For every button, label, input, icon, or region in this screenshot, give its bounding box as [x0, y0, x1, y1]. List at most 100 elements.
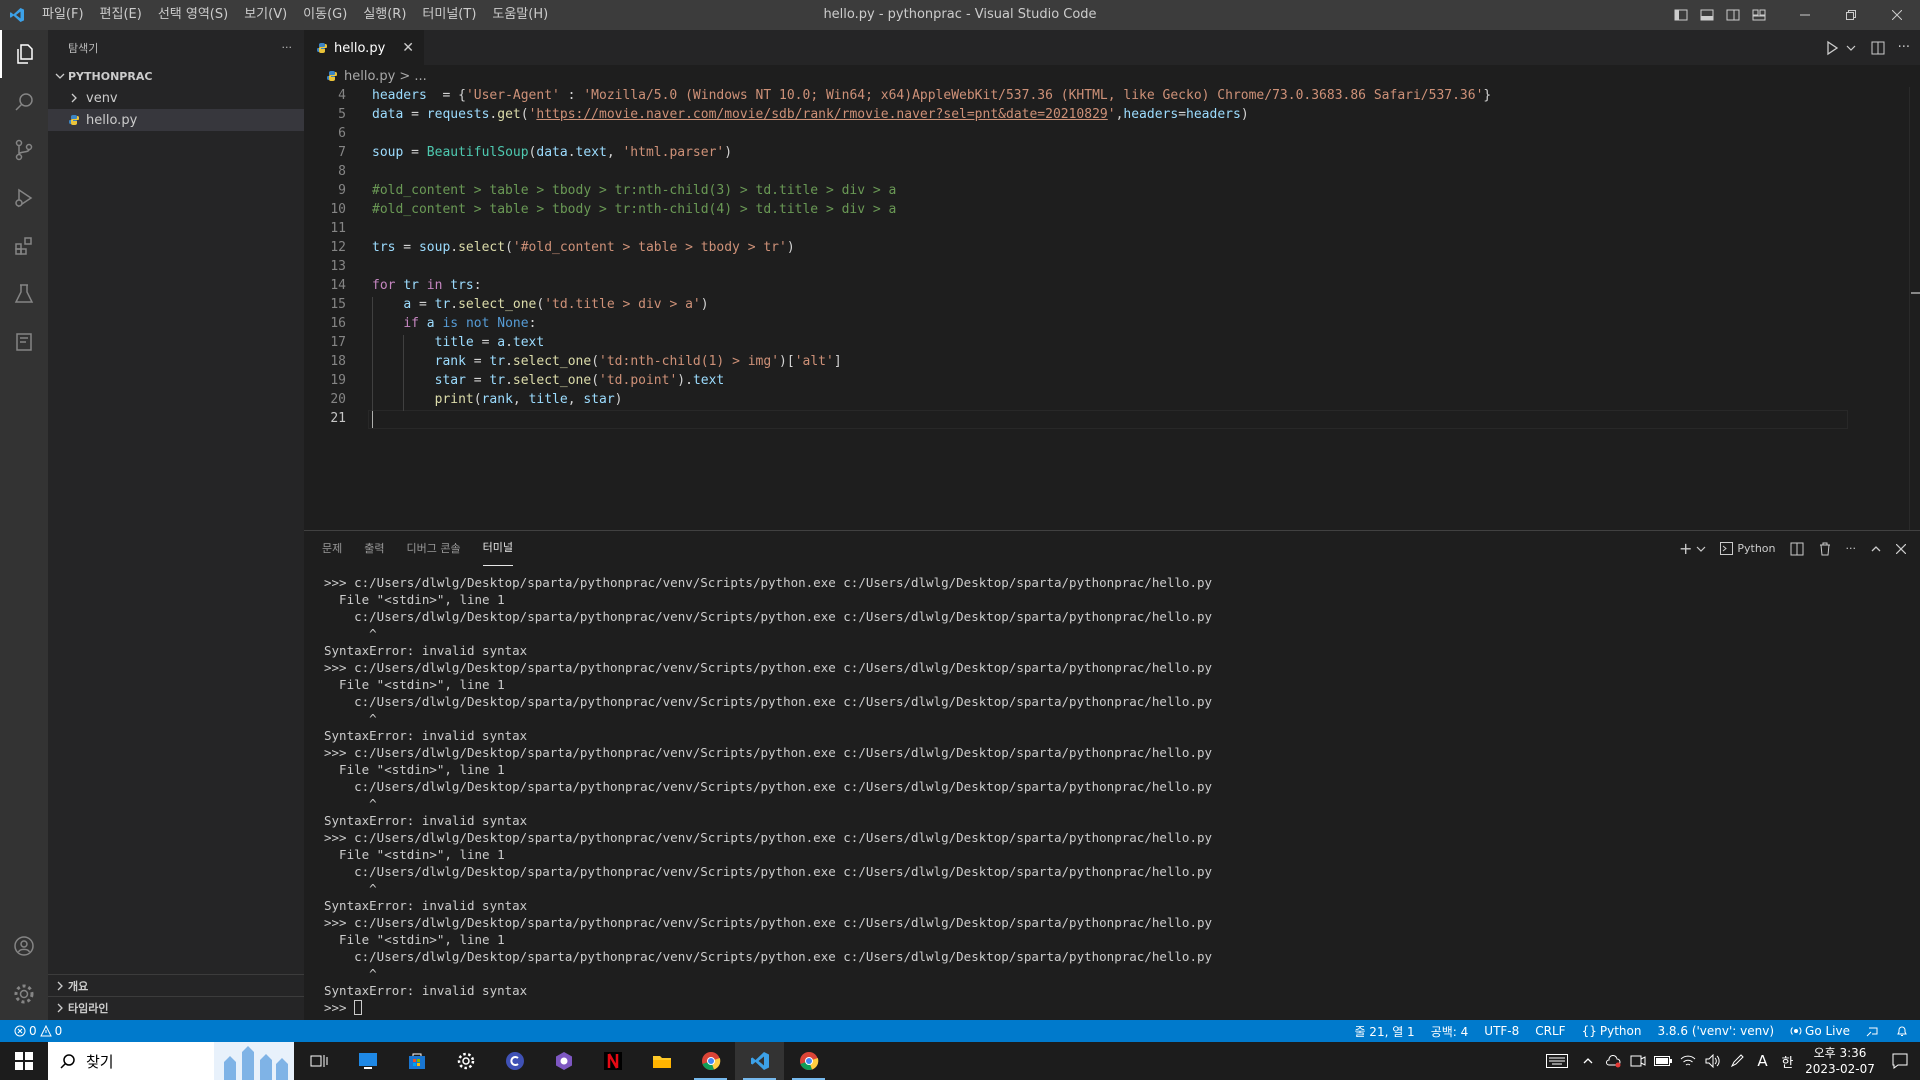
- code-line[interactable]: star = tr.select_one('td.point').text: [372, 373, 725, 388]
- minimize-button[interactable]: [1782, 0, 1828, 30]
- split-terminal-icon[interactable]: [1790, 542, 1804, 556]
- menu-view[interactable]: 보기(V): [236, 0, 295, 30]
- feedback-icon[interactable]: [1858, 1025, 1888, 1037]
- terminal-shell-selector[interactable]: Python: [1720, 542, 1776, 555]
- chrome-icon[interactable]: [784, 1042, 833, 1080]
- tree-item-venv[interactable]: venv: [48, 87, 304, 109]
- menu-file[interactable]: 파일(F): [34, 0, 92, 30]
- code-editor[interactable]: 4 headers = {'User-Agent' : 'Mozilla/5.0 …: [304, 87, 1920, 530]
- menu-help[interactable]: 도움말(H): [484, 0, 556, 30]
- python-interpreter[interactable]: 3.8.6 ('venv': venv): [1649, 1024, 1782, 1038]
- code-line[interactable]: title = a.text: [372, 335, 545, 350]
- task-view-icon[interactable]: [294, 1042, 343, 1080]
- code-line[interactable]: rank = tr.select_one('td:nth-child(1) > …: [372, 354, 842, 369]
- taskbar-search-box[interactable]: 찾기: [48, 1042, 294, 1080]
- accounts-icon[interactable]: [0, 922, 48, 970]
- app-circle-c-icon[interactable]: [490, 1042, 539, 1080]
- maximize-panel-icon[interactable]: [1870, 543, 1882, 555]
- more-actions-icon[interactable]: ···: [1846, 542, 1857, 555]
- tab-output[interactable]: 출력: [364, 531, 384, 566]
- code-line[interactable]: headers = {'User-Agent' : 'Mozilla/5.0 (…: [372, 88, 1491, 103]
- toggle-secondary-sidebar-icon[interactable]: [1720, 0, 1746, 30]
- meet-now-icon[interactable]: [1625, 1042, 1650, 1080]
- extensions-icon[interactable]: [0, 222, 48, 270]
- testing-icon[interactable]: [0, 270, 48, 318]
- settings-gear-icon[interactable]: [441, 1042, 490, 1080]
- tab-debug-console[interactable]: 디버그 콘솔: [407, 531, 461, 566]
- trash-icon[interactable]: [1818, 542, 1832, 556]
- encoding[interactable]: UTF-8: [1476, 1024, 1527, 1038]
- code-line[interactable]: soup = BeautifulSoup(data.text, 'html.pa…: [372, 145, 732, 160]
- start-button[interactable]: [0, 1042, 48, 1080]
- code-line[interactable]: trs = soup.select('#old_content > table …: [372, 240, 795, 255]
- timeline-section[interactable]: 타임라인: [48, 996, 304, 1018]
- problems-status[interactable]: 0 0: [0, 1024, 70, 1038]
- menu-selection[interactable]: 선택 영역(S): [150, 0, 236, 30]
- close-icon[interactable]: ✕: [402, 40, 414, 56]
- menu-run[interactable]: 실행(R): [355, 0, 414, 30]
- run-python-file-icon[interactable]: [1824, 40, 1840, 56]
- close-panel-icon[interactable]: [1896, 543, 1906, 554]
- file-explorer-icon[interactable]: [637, 1042, 686, 1080]
- menu-terminal[interactable]: 터미널(T): [414, 0, 484, 30]
- tab-terminal[interactable]: 터미널: [482, 531, 513, 566]
- tab-hello-py[interactable]: hello.py ✕: [304, 30, 424, 65]
- netflix-icon[interactable]: [588, 1042, 637, 1080]
- cursor-position[interactable]: 줄 21, 열 1: [1346, 1023, 1422, 1040]
- volume-icon[interactable]: [1700, 1042, 1725, 1080]
- folder-section-header[interactable]: PYTHONPRAC: [48, 65, 304, 87]
- toggle-panel-icon[interactable]: [1694, 0, 1720, 30]
- breadcrumb[interactable]: hello.py > ...: [304, 65, 1920, 87]
- app-hexagon-icon[interactable]: [539, 1042, 588, 1080]
- notifications-bell-icon[interactable]: [1888, 1025, 1920, 1037]
- tab-problems[interactable]: 문제: [322, 531, 342, 566]
- vscode-taskbar-icon[interactable]: [735, 1042, 784, 1080]
- code-line[interactable]: #old_content > table > tbody > tr:nth-ch…: [372, 183, 896, 198]
- language-mode[interactable]: {} Python: [1574, 1024, 1650, 1038]
- code-line[interactable]: data = requests.get('https://movie.naver…: [372, 107, 1249, 122]
- toggle-primary-sidebar-icon[interactable]: [1668, 0, 1694, 30]
- code-line[interactable]: print(rank, title, star): [372, 392, 623, 407]
- wifi-icon[interactable]: [1675, 1042, 1700, 1080]
- explorer-icon[interactable]: [0, 30, 48, 78]
- manage-gear-icon[interactable]: [0, 970, 48, 1018]
- ime-language[interactable]: 한: [1775, 1042, 1800, 1080]
- code-line[interactable]: if a is not None:: [372, 316, 536, 331]
- code-line[interactable]: for tr in trs:: [372, 278, 482, 293]
- clock[interactable]: 오후 3:36 2023-02-07: [1800, 1045, 1880, 1077]
- code-line[interactable]: #old_content > table > tbody > tr:nth-ch…: [372, 202, 896, 217]
- terminal-output[interactable]: >>> c:/Users/dlwlg/Desktop/sparta/python…: [324, 574, 1212, 1016]
- cloud-icon[interactable]: [1600, 1042, 1625, 1080]
- chevron-down-icon[interactable]: [1846, 43, 1856, 53]
- editor-scrollbar[interactable]: [1909, 87, 1920, 530]
- go-live-button[interactable]: Go Live: [1782, 1024, 1858, 1038]
- pen-icon[interactable]: [1725, 1042, 1750, 1080]
- ime-mode[interactable]: A: [1750, 1042, 1775, 1080]
- store-icon[interactable]: [392, 1042, 441, 1080]
- line-endings[interactable]: CRLF: [1527, 1024, 1573, 1038]
- notification-center-icon[interactable]: [1880, 1042, 1920, 1080]
- source-control-icon[interactable]: [0, 126, 48, 174]
- chrome-icon[interactable]: [686, 1042, 735, 1080]
- battery-icon[interactable]: [1650, 1042, 1675, 1080]
- desktop-app-icon[interactable]: [343, 1042, 392, 1080]
- terminal-prompt-line[interactable]: >>>: [324, 999, 1212, 1016]
- close-button[interactable]: [1874, 0, 1920, 30]
- indentation[interactable]: 공백: 4: [1423, 1023, 1477, 1040]
- run-debug-icon[interactable]: [0, 174, 48, 222]
- code-line[interactable]: a = tr.select_one('td.title > div > a'): [372, 297, 708, 312]
- keyboard-icon[interactable]: [1539, 1042, 1575, 1080]
- split-editor-icon[interactable]: [1870, 40, 1886, 56]
- new-terminal-icon[interactable]: +: [1679, 539, 1692, 558]
- chevron-up-icon[interactable]: [1575, 1042, 1600, 1080]
- chevron-down-icon[interactable]: [1696, 544, 1706, 554]
- outline-section[interactable]: 개요: [48, 974, 304, 996]
- restore-button[interactable]: [1828, 0, 1874, 30]
- menu-go[interactable]: 이동(G): [295, 0, 355, 30]
- menu-edit[interactable]: 편집(E): [92, 0, 150, 30]
- remote-explorer-icon[interactable]: [0, 318, 48, 366]
- search-icon[interactable]: [0, 78, 48, 126]
- customize-layout-icon[interactable]: [1746, 0, 1772, 30]
- more-actions-icon[interactable]: ···: [282, 41, 293, 54]
- tree-item-hello-py[interactable]: hello.py: [48, 109, 304, 131]
